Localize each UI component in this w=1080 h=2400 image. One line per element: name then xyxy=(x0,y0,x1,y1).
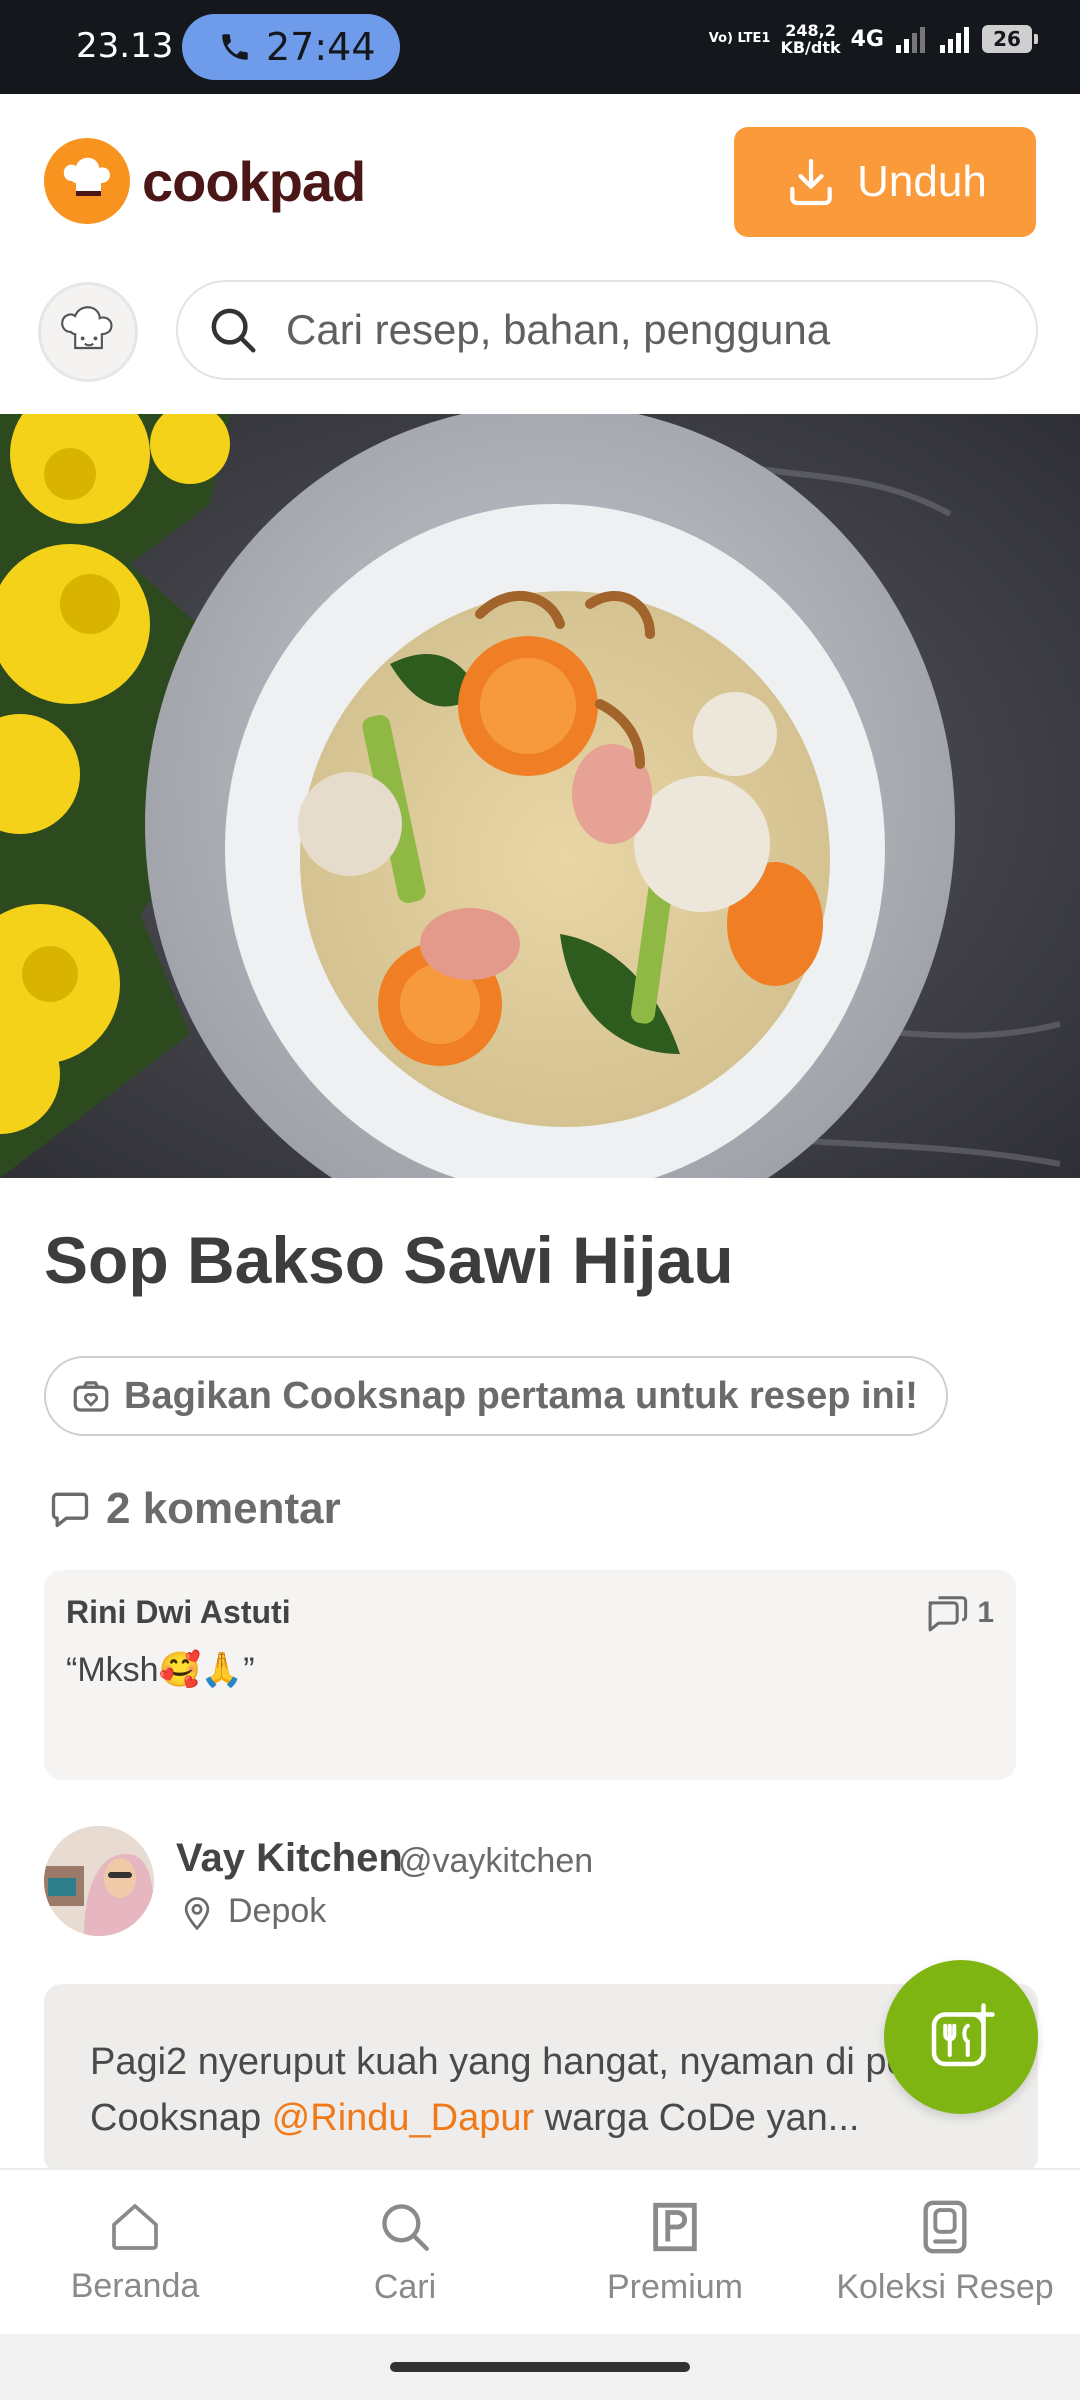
gesture-area xyxy=(0,2334,1080,2400)
camera-heart-icon xyxy=(73,1381,109,1412)
cookpad-logo[interactable]: cookpad xyxy=(44,138,366,224)
author-avatar[interactable] xyxy=(44,1826,154,1936)
comment-icon xyxy=(51,1492,89,1528)
comments-count-label: 2 komentar xyxy=(106,1484,341,1533)
replies-icon xyxy=(928,1596,968,1632)
premium-icon xyxy=(653,2202,697,2251)
author-handle: @vaykitchen xyxy=(398,1842,594,1880)
comment-card[interactable]: Rini Dwi Astuti 1 “Mksh🥰🙏” xyxy=(44,1570,1016,1780)
cooksnap-label: Bagikan Cooksnap pertama untuk resep ini… xyxy=(124,1374,918,1417)
call-timer: 27:44 xyxy=(266,25,376,69)
status-time: 23.13 xyxy=(76,26,174,66)
author-row[interactable]: Vay Kitchen @vaykitchen Depok xyxy=(44,1826,1024,1940)
reply-count: 1 xyxy=(925,1594,994,1632)
download-button[interactable]: Unduh xyxy=(734,127,1036,237)
search-icon xyxy=(382,2203,429,2251)
author-name[interactable]: Vay Kitchen xyxy=(176,1836,403,1881)
chef-hat-icon xyxy=(44,138,130,224)
call-chip[interactable]: 27:44 xyxy=(182,14,400,80)
comment-author: Rini Dwi Astuti xyxy=(66,1594,291,1630)
collection-icon xyxy=(923,2200,967,2253)
app-header: cookpad Unduh Cari resep, bahan, penggun… xyxy=(0,94,1080,414)
nav-item-cari[interactable]: Cari xyxy=(270,2170,540,2334)
chef-avatar-icon xyxy=(61,306,113,350)
bottom-navigation: Beranda Cari Premium Koleksi Resep xyxy=(0,2168,1080,2334)
status-icons: Vo) LTE1 248,2 KB/dtk 4G 26 xyxy=(708,21,1038,57)
comment-text: “Mksh🥰🙏” xyxy=(66,1651,255,1689)
author-location: Depok xyxy=(180,1892,326,1931)
profile-avatar[interactable] xyxy=(38,282,138,382)
soup-bowl-image xyxy=(0,414,1080,1178)
recipe-hero-image[interactable] xyxy=(0,414,1080,1178)
volte-indicator: Vo) LTE1 xyxy=(708,31,771,46)
mention-link[interactable]: @Rindu_Dapur xyxy=(272,2097,535,2139)
download-label: Unduh xyxy=(857,157,987,206)
location-pin-icon xyxy=(184,1896,210,1930)
battery-icon: 26 xyxy=(982,25,1038,53)
nav-item-premium[interactable]: Premium xyxy=(540,2170,810,2334)
download-icon xyxy=(790,158,832,206)
signal-icon-2 xyxy=(940,27,969,53)
brand-name: cookpad xyxy=(142,149,366,213)
search-icon xyxy=(211,308,256,353)
cutlery-plus-icon xyxy=(931,2003,995,2067)
nav-item-koleksi-resep[interactable]: Koleksi Resep xyxy=(810,2170,1080,2334)
recipe-title: Sop Bakso Sawi Hijau xyxy=(44,1223,734,1297)
comments-link[interactable]: 2 komentar xyxy=(48,1484,341,1534)
add-recipe-fab[interactable] xyxy=(884,1960,1038,2114)
status-bar: 23.13 27:44 Vo) LTE1 248,2 KB/dtk 4G 26 xyxy=(0,0,1080,94)
cooksnap-button[interactable]: Bagikan Cooksnap pertama untuk resep ini… xyxy=(44,1356,948,1436)
nav-item-beranda[interactable]: Beranda xyxy=(0,2170,270,2334)
network-type: 4G xyxy=(850,26,884,52)
search-input[interactable]: Cari resep, bahan, pengguna xyxy=(176,280,1038,380)
network-speed: 248,2 KB/dtk xyxy=(780,21,841,57)
search-placeholder: Cari resep, bahan, pengguna xyxy=(286,306,831,353)
signal-icon xyxy=(896,27,925,53)
home-icon xyxy=(112,2203,158,2250)
home-gesture-bar[interactable] xyxy=(390,2362,690,2372)
phone-icon xyxy=(222,34,248,60)
